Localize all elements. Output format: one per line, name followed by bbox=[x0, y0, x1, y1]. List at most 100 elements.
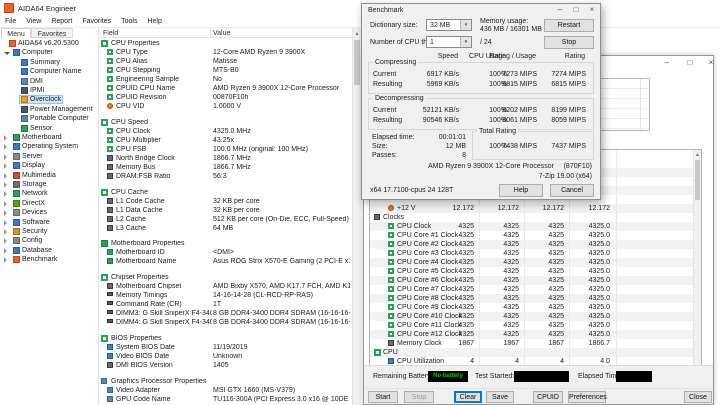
field-row[interactable]: CPU VID 1.0000 V bbox=[100, 102, 352, 111]
field-row[interactable]: CPUID Revision 00870F10h bbox=[100, 93, 352, 102]
stability-close-icon[interactable]: × bbox=[704, 58, 718, 69]
sensor-row[interactable]: CPU Core #11 Clock 4325 4325 4325 4325.0 bbox=[370, 321, 694, 330]
field-row[interactable]: Motherboard Chipset AMD Bixby X570, AMD K… bbox=[100, 282, 352, 291]
field-section-row[interactable]: CPU Speed bbox=[100, 118, 352, 127]
field-section-row[interactable]: Graphics Processor Properties bbox=[100, 377, 352, 386]
sensor-row[interactable]: CPU Core #3 Clock 4325 4325 4325 4325.0 bbox=[370, 249, 694, 258]
dialog-close-icon[interactable]: × bbox=[584, 4, 600, 17]
chevron-down-icon[interactable]: ▼ bbox=[460, 20, 471, 30]
help-button[interactable]: Help bbox=[499, 184, 543, 197]
field-row[interactable]: Motherboard ID <DMI> bbox=[100, 248, 352, 257]
field-label: CPU Speed bbox=[111, 118, 148, 126]
sensor-scroll-up-icon[interactable]: ▲ bbox=[694, 152, 701, 158]
field-row[interactable]: Memory Bus 1866.7 MHz bbox=[100, 163, 352, 172]
passes-label: Passes: bbox=[372, 152, 397, 159]
field-value: AMD Bixby X570, AMD K17.7 FCH, AMD K17.7… bbox=[213, 283, 350, 291]
field-row[interactable]: CPU FSB 100.0 MHz (original: 100 MHz) bbox=[100, 145, 352, 154]
sensor-scrollbar[interactable]: ▲ bbox=[693, 150, 701, 365]
dictionary-size-select[interactable]: 32 MB ▼ bbox=[426, 19, 472, 31]
tab-favorites[interactable]: Favorites bbox=[31, 28, 73, 38]
field-section-row[interactable]: CPU Cache bbox=[100, 188, 352, 197]
menu-favorites[interactable]: Favorites bbox=[77, 16, 116, 27]
stability-minimize-icon[interactable]: – bbox=[660, 58, 674, 69]
field-row[interactable]: Motherboard Name Asus ROG Strix X570-E Ga… bbox=[100, 257, 352, 266]
scroll-up-icon[interactable]: ▲ bbox=[353, 31, 361, 37]
sensor-scroll-thumb[interactable] bbox=[695, 160, 700, 200]
stability-maximize-icon[interactable]: □ bbox=[683, 58, 697, 69]
field-row[interactable]: CPUID CPU Name AMD Ryzen 9 3900X 12-Core … bbox=[100, 84, 352, 93]
preferences-button[interactable]: Preferences bbox=[568, 391, 607, 403]
stop-button[interactable]: Stop bbox=[544, 36, 594, 49]
field-row[interactable]: Video BIOS Date Unknown bbox=[100, 352, 352, 361]
sensor-row[interactable]: CPU Core #6 Clock 4325 4325 4325 4325.0 bbox=[370, 276, 694, 285]
sensor-row[interactable]: CPU Core #1 Clock 4325 4325 4325 4325.0 bbox=[370, 231, 694, 240]
benchmark-dialog: Benchmark – □ × Dictionary size: 32 MB ▼ … bbox=[361, 3, 601, 200]
clear-button[interactable]: Clear bbox=[454, 391, 482, 403]
menu-report[interactable]: Report bbox=[46, 16, 77, 27]
field-row[interactable]: North Bridge Clock 1866.7 MHz bbox=[100, 154, 352, 163]
sensor-row[interactable]: CPU Core #10 Clock 4325 4325 4325 4325.0 bbox=[370, 312, 694, 321]
field-row[interactable]: GPU Code Name TU116-300A (PCI Express 3.0… bbox=[100, 395, 352, 404]
field-row[interactable]: CPU Type 12-Core AMD Ryzen 9 3900X bbox=[100, 48, 352, 57]
field-row[interactable]: Engineering Sample No bbox=[100, 75, 352, 84]
sidebar-item-benchmark[interactable]: Benchmark bbox=[0, 255, 99, 265]
dialog-minimize-icon[interactable]: – bbox=[552, 4, 568, 17]
field-section-row[interactable]: Motherboard Properties bbox=[100, 239, 352, 248]
cpu-threads-select[interactable]: 1 ▼ bbox=[426, 36, 472, 48]
column-field[interactable]: Field bbox=[103, 30, 118, 37]
field-row[interactable]: Video Adapter MSI GTX 1660 (MS-V379) bbox=[100, 386, 352, 395]
field-row[interactable]: L2 Cache 512 KB per core (On-Die, ECC, Fu… bbox=[100, 215, 352, 224]
chevron-down-icon[interactable] bbox=[4, 50, 10, 57]
sensor-row[interactable]: CPU Core #9 Clock 4325 4325 4325 4325.0 bbox=[370, 303, 694, 312]
tab-menu[interactable]: Menu bbox=[1, 28, 31, 38]
dialog-maximize-icon[interactable]: □ bbox=[568, 4, 584, 17]
menu-tools[interactable]: Tools bbox=[116, 16, 142, 27]
field-section-row[interactable]: CPU Properties bbox=[100, 39, 352, 48]
sensor-row[interactable]: +12 V 12.172 12.172 12.172 12.172 bbox=[370, 204, 694, 213]
main-scrollbar[interactable]: ▲ bbox=[352, 28, 361, 405]
sensor-row[interactable]: CPU Core #2 Clock 4325 4325 4325 4325.0 bbox=[370, 240, 694, 249]
field-row[interactable]: CPU Multiplier 43.25x bbox=[100, 136, 352, 145]
chevron-right-icon[interactable] bbox=[4, 257, 7, 265]
field-row[interactable]: DIMM4: G Skill SniperX F4-3400C16-8GSXW8… bbox=[100, 318, 352, 327]
sensor-row[interactable]: Memory Clock 1867 1867 1867 1866.7 bbox=[370, 339, 694, 348]
field-row[interactable]: CPU Clock 4325.0 MHz bbox=[100, 127, 352, 136]
field-row[interactable]: CPU Stepping MTS-B0 bbox=[100, 66, 352, 75]
sensor-row[interactable]: CPU Core #7 Clock 4325 4325 4325 4325.0 bbox=[370, 285, 694, 294]
field-row[interactable]: DMI BIOS Version 1405 bbox=[100, 361, 352, 370]
cpuid-button[interactable]: CPUID bbox=[533, 391, 563, 403]
field-row[interactable]: Command Rate (CR) 1T bbox=[100, 300, 352, 309]
field-row[interactable]: System BIOS Date 11/19/2019 bbox=[100, 343, 352, 352]
save-button[interactable]: Save bbox=[486, 391, 514, 403]
restart-button[interactable]: Restart bbox=[544, 19, 594, 32]
sensor-row[interactable]: CPU Core #5 Clock 4325 4325 4325 4325.0 bbox=[370, 267, 694, 276]
column-value[interactable]: Value bbox=[213, 30, 230, 37]
field-row[interactable]: CPU Alias Matisse bbox=[100, 57, 352, 66]
field-row[interactable]: DRAM:FSB Ratio 56:3 bbox=[100, 172, 352, 181]
start-button[interactable]: Start bbox=[368, 391, 398, 403]
sensor-row[interactable]: CPU Core #12 Clock 4325 4325 4325 4325.0 bbox=[370, 330, 694, 339]
dictionary-size-label: Dictionary size: bbox=[370, 22, 418, 29]
stop-button[interactable]: Stop bbox=[404, 391, 434, 403]
sensor-row[interactable]: Clocks bbox=[370, 213, 694, 222]
close-button[interactable]: Close bbox=[684, 391, 712, 403]
field-value: 00870F10h bbox=[213, 94, 249, 101]
field-row[interactable]: DIMM3: G Skill SniperX F4-3400C16-8GSXW8… bbox=[100, 309, 352, 318]
sensor-row[interactable]: CPU bbox=[370, 348, 694, 357]
field-section-row[interactable]: Chipset Properties bbox=[100, 273, 352, 282]
field-row[interactable]: L1 Data Cache 32 KB per core bbox=[100, 206, 352, 215]
cpu-icon bbox=[107, 136, 113, 143]
field-row[interactable]: Memory Timings 14-16-14-28 (CL-RCD-RP-RAS… bbox=[100, 291, 352, 300]
sensor-row[interactable]: CPU Core #8 Clock 4325 4325 4325 4325.0 bbox=[370, 294, 694, 303]
field-row[interactable]: L3 Cache 64 MB bbox=[100, 224, 352, 233]
menu-view[interactable]: View bbox=[21, 16, 46, 27]
menu-file[interactable]: File bbox=[0, 16, 21, 27]
chevron-down-icon[interactable]: ▼ bbox=[460, 37, 471, 47]
menu-help[interactable]: Help bbox=[142, 16, 166, 27]
scroll-thumb[interactable] bbox=[354, 40, 360, 85]
field-row[interactable]: L1 Code Cache 32 KB per core bbox=[100, 197, 352, 206]
cancel-button[interactable]: Cancel bbox=[550, 184, 594, 197]
sensor-row[interactable]: CPU Core #4 Clock 4325 4325 4325 4325.0 bbox=[370, 258, 694, 267]
field-section-row[interactable]: BIOS Properties bbox=[100, 334, 352, 343]
sensor-row[interactable]: CPU Clock 4325 4325 4325 4325.0 bbox=[370, 222, 694, 231]
